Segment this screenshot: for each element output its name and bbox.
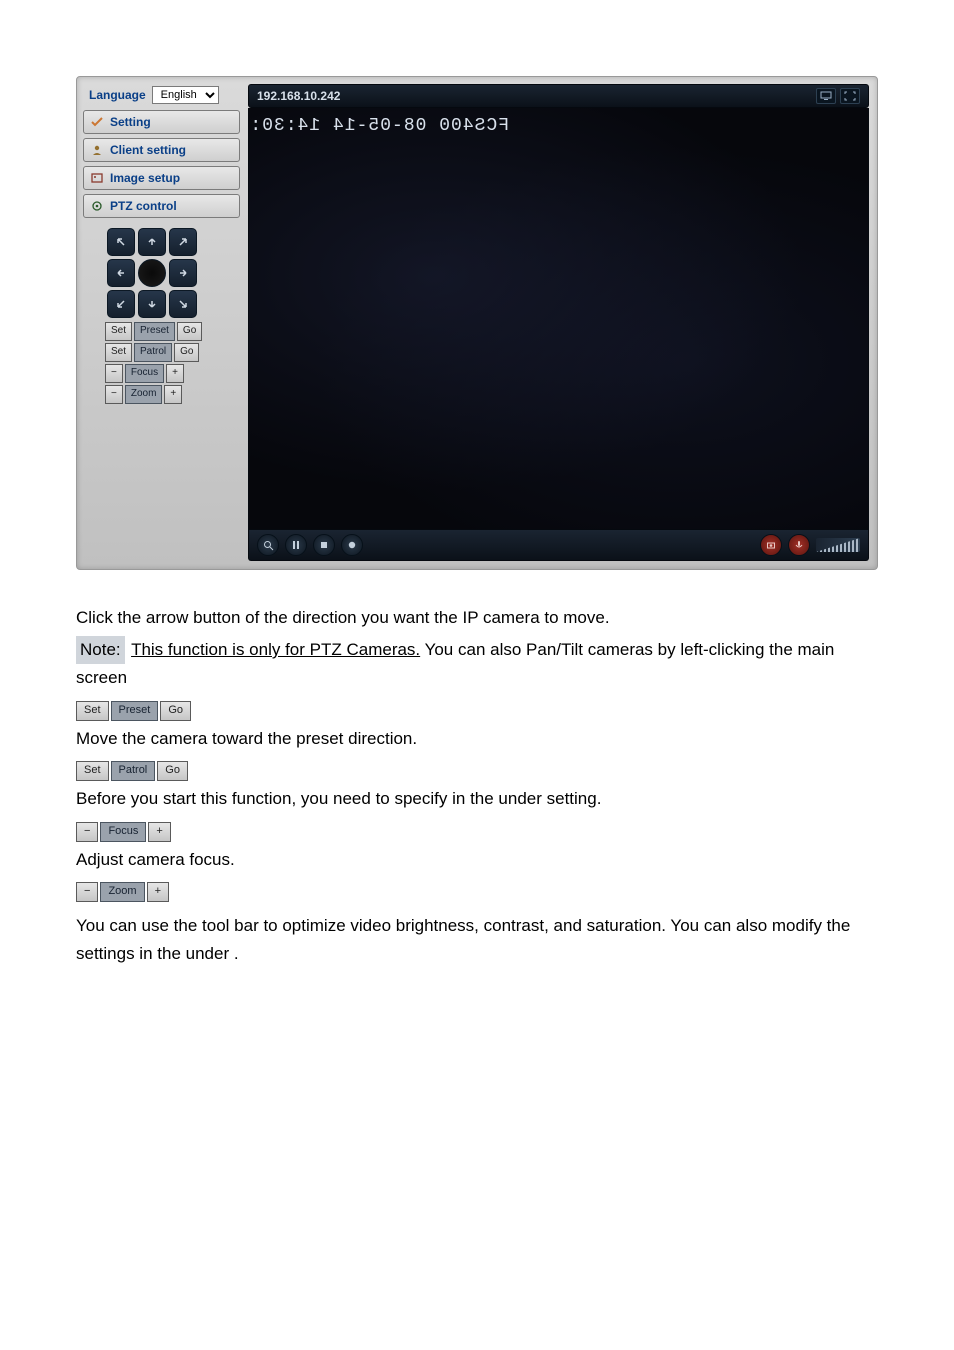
preset-go-button[interactable]: Go xyxy=(177,322,202,341)
video-toolbar xyxy=(248,530,869,561)
video-frame[interactable]: FCS400 08-05-14 14:30:52 xyxy=(248,108,869,530)
zoom-minus-button[interactable]: − xyxy=(105,385,123,404)
patrol-label: Patrol xyxy=(111,761,156,781)
para-preset: Move the camera toward the preset direct… xyxy=(76,725,878,753)
language-row: Language English xyxy=(83,84,240,106)
stop-icon[interactable] xyxy=(313,534,335,556)
sidebar-item-client-setting[interactable]: Client setting xyxy=(83,138,240,162)
focus-minus-button[interactable]: − xyxy=(105,364,123,383)
inline-zoom-controls: − Zoom + xyxy=(76,882,169,902)
zoom-plus-button[interactable]: + xyxy=(147,882,169,902)
focus-plus-button[interactable]: + xyxy=(148,822,170,842)
ptz-up[interactable] xyxy=(138,228,166,256)
para-focus: Adjust camera focus. xyxy=(76,846,878,874)
patrol-label: Patrol xyxy=(134,343,172,362)
record-icon[interactable] xyxy=(341,534,363,556)
sidebar: Language English Setting Client setting xyxy=(77,77,246,569)
video-titlebar: 192.168.10.242 xyxy=(248,84,869,108)
ptz-direction-pad xyxy=(107,228,234,318)
patrol-go-button[interactable]: Go xyxy=(157,761,188,781)
inline-preset-controls: Set Preset Go xyxy=(76,701,191,721)
patrol-controls: Set Patrol Go xyxy=(105,343,234,362)
inline-patrol-controls: Set Patrol Go xyxy=(76,761,188,781)
para-patrol: Before you start this function, you need… xyxy=(76,785,878,813)
patrol-set-button[interactable]: Set xyxy=(105,343,132,362)
sidebar-item-label: Image setup xyxy=(110,171,180,185)
preset-set-button[interactable]: Set xyxy=(105,322,132,341)
patrol-go-button[interactable]: Go xyxy=(174,343,199,362)
language-label: Language xyxy=(89,88,146,102)
snapshot-icon[interactable] xyxy=(760,534,782,556)
preset-controls: Set Preset Go xyxy=(105,322,234,341)
preset-label: Preset xyxy=(111,701,159,721)
focus-label: Focus xyxy=(125,364,164,383)
para-toolbar: You can use the tool bar to optimize vid… xyxy=(76,912,878,968)
ptz-icon xyxy=(90,199,104,213)
ptz-home[interactable] xyxy=(138,259,166,287)
zoom-plus-button[interactable]: + xyxy=(164,385,182,404)
zoom-controls: − Zoom + xyxy=(105,385,234,404)
preset-label: Preset xyxy=(134,322,175,341)
ptz-down[interactable] xyxy=(138,290,166,318)
sidebar-item-ptz-control[interactable]: PTZ control xyxy=(83,194,240,218)
check-icon xyxy=(90,115,104,129)
ptz-up-right[interactable] xyxy=(169,228,197,256)
display-icon[interactable] xyxy=(816,88,836,104)
volume-meter[interactable] xyxy=(816,538,860,552)
patrol-set-button[interactable]: Set xyxy=(76,761,109,781)
focus-label: Focus xyxy=(100,822,146,842)
language-select[interactable]: English xyxy=(152,86,219,104)
ptz-right[interactable] xyxy=(169,259,197,287)
ptz-down-right[interactable] xyxy=(169,290,197,318)
zoom-label: Zoom xyxy=(125,385,163,404)
ptz-left[interactable] xyxy=(107,259,135,287)
sidebar-item-label: Client setting xyxy=(110,143,186,157)
preset-go-button[interactable]: Go xyxy=(160,701,191,721)
sidebar-item-setting[interactable]: Setting xyxy=(83,110,240,134)
sidebar-item-image-setup[interactable]: Image setup xyxy=(83,166,240,190)
app-screenshot: Language English Setting Client setting xyxy=(76,76,878,570)
osd-text: FCS400 08-05-14 14:30:52 xyxy=(248,116,509,136)
mic-icon[interactable] xyxy=(788,534,810,556)
preset-set-button[interactable]: Set xyxy=(76,701,109,721)
inline-focus-controls: − Focus + xyxy=(76,822,171,842)
sidebar-item-label: PTZ control xyxy=(110,199,177,213)
focus-minus-button[interactable]: − xyxy=(76,822,98,842)
focus-plus-button[interactable]: + xyxy=(166,364,184,383)
zoom-minus-button[interactable]: − xyxy=(76,882,98,902)
ptz-up-left[interactable] xyxy=(107,228,135,256)
sidebar-item-label: Setting xyxy=(110,115,151,129)
magnify-icon[interactable] xyxy=(257,534,279,556)
document-body: Click the arrow button of the direction … xyxy=(76,604,878,968)
fullscreen-icon[interactable] xyxy=(840,88,860,104)
para-note: Note: This function is only for PTZ Came… xyxy=(76,636,878,692)
focus-controls: − Focus + xyxy=(105,364,234,383)
image-icon xyxy=(90,171,104,185)
person-icon xyxy=(90,143,104,157)
ptz-panel: Set Preset Go Set Patrol Go − Focus + − … xyxy=(83,222,240,410)
video-area: 192.168.10.242 FCS400 08-05-14 14:30:52 xyxy=(246,77,877,569)
video-ip-label: 192.168.10.242 xyxy=(257,89,340,103)
note-label: Note: xyxy=(76,636,125,664)
para-direction: Click the arrow button of the direction … xyxy=(76,604,878,632)
ptz-down-left[interactable] xyxy=(107,290,135,318)
note-text-underlined: This function is only for PTZ Cameras. xyxy=(131,640,420,659)
zoom-label: Zoom xyxy=(100,882,144,902)
pause-icon[interactable] xyxy=(285,534,307,556)
